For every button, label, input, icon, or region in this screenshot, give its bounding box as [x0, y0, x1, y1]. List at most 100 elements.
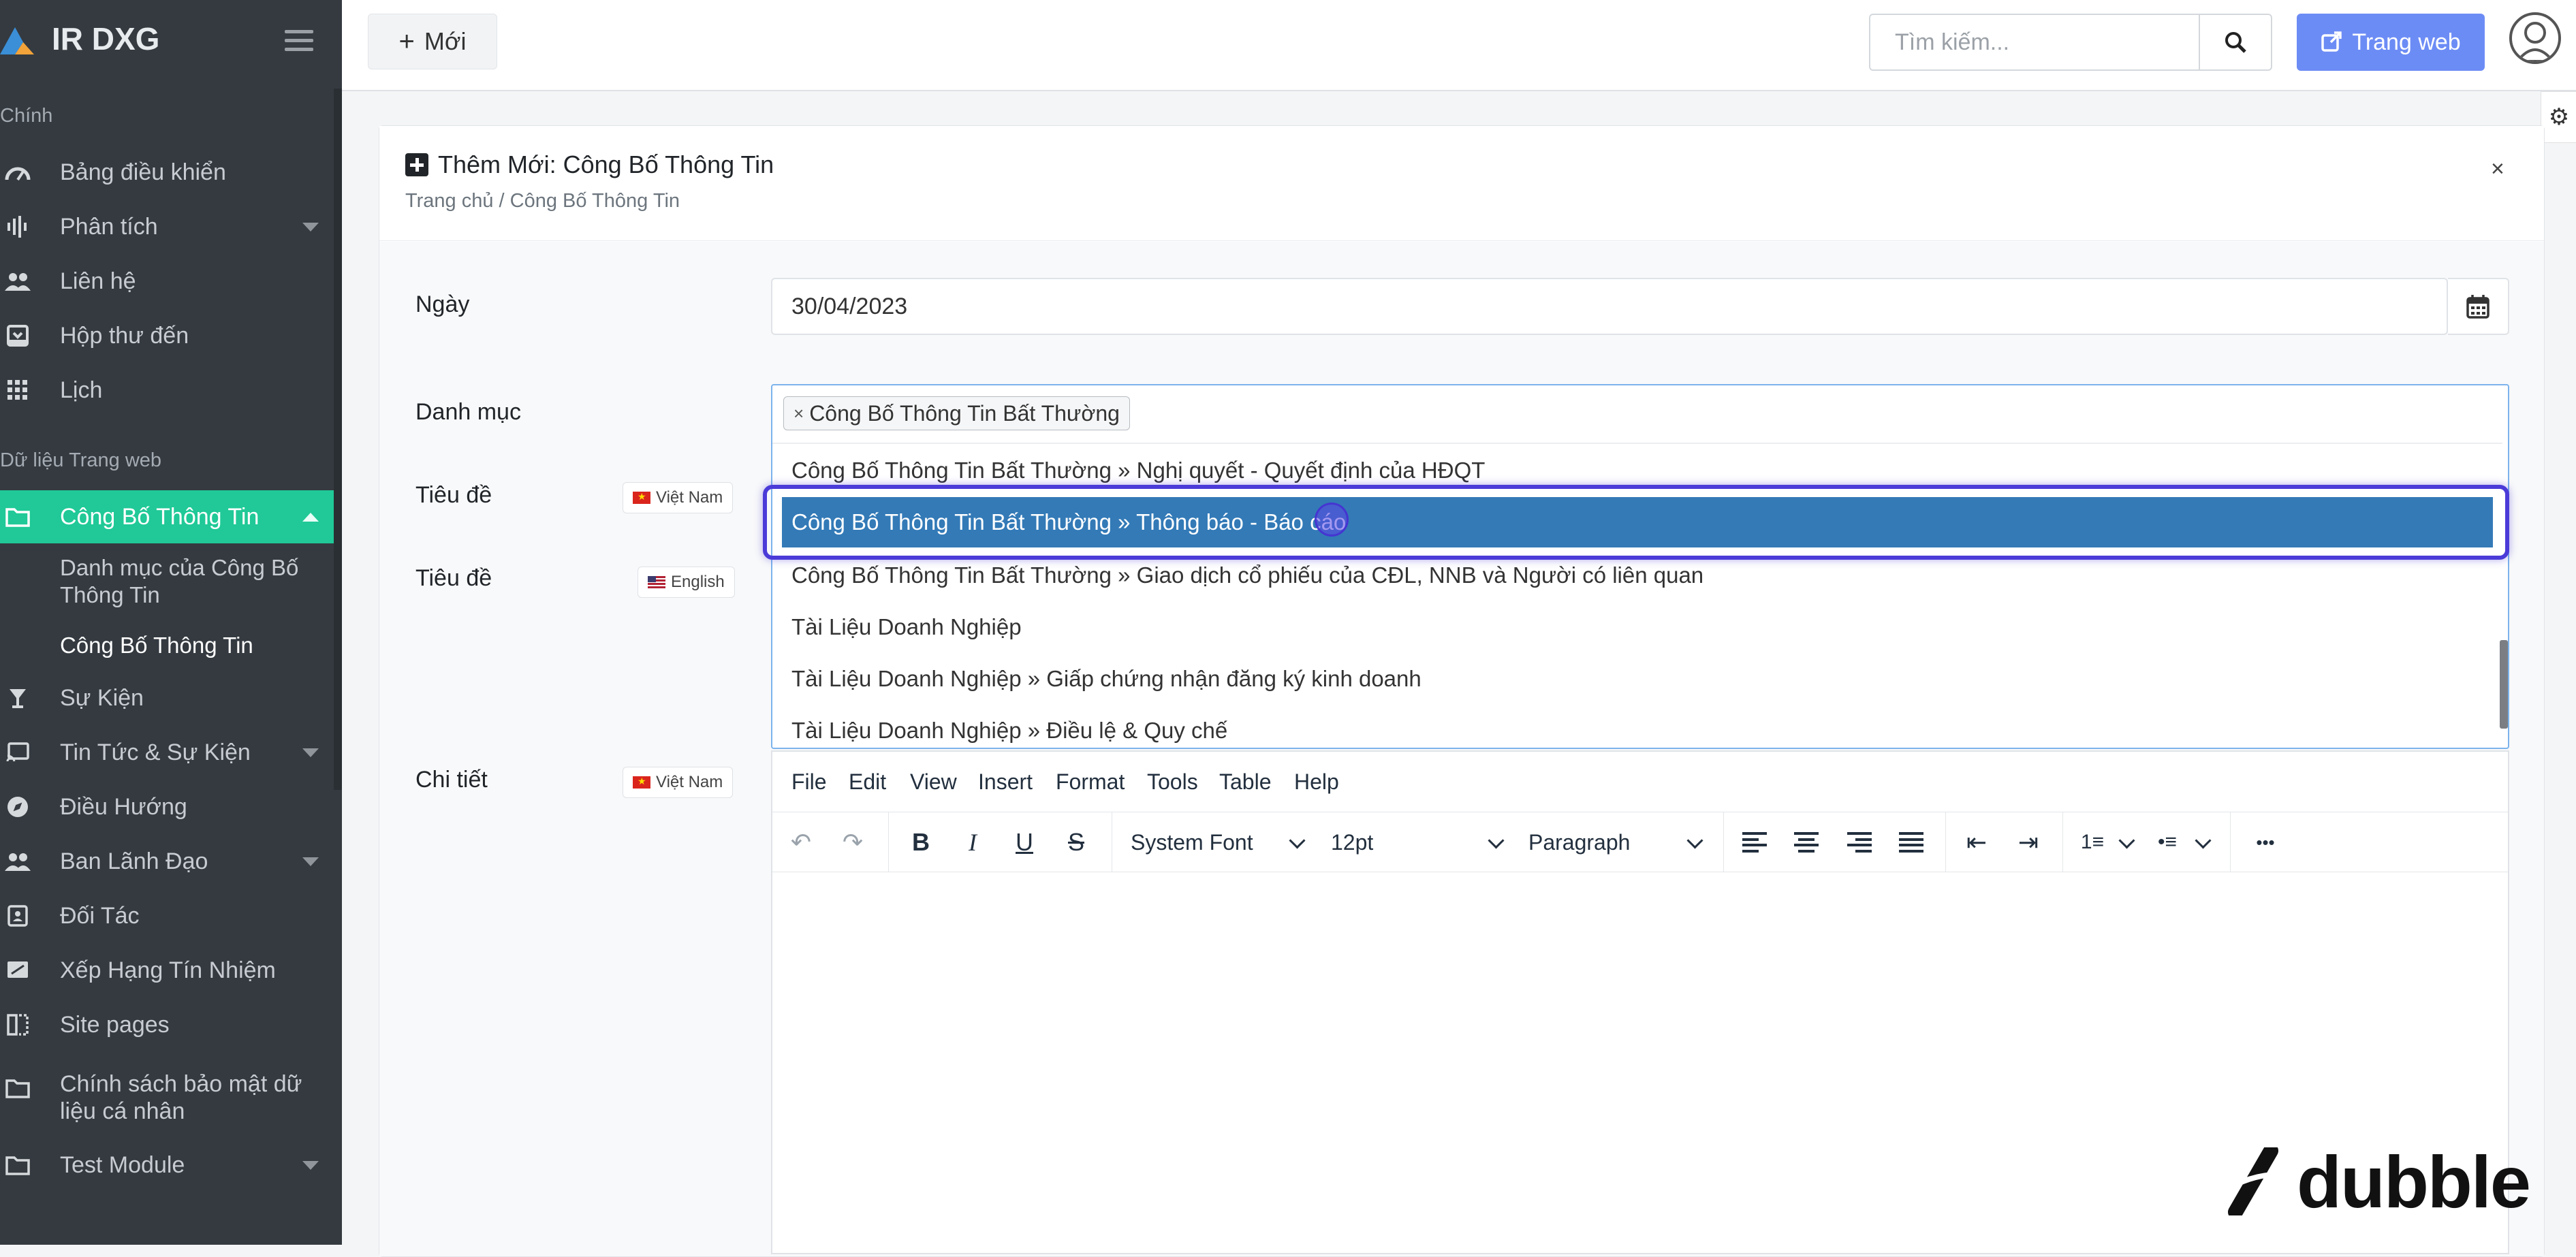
chevron-down-icon	[1488, 832, 1505, 849]
date-picker-button[interactable]	[2448, 278, 2509, 335]
sidebar-item-label: Xếp Hạng Tín Nhiệm	[60, 957, 276, 983]
numbered-list-icon[interactable]: 1≡	[2077, 825, 2107, 859]
sidebar-item-label: Hộp thư đến	[60, 322, 189, 349]
nav-section-website-data: Dữ liệu Trang web	[0, 449, 162, 471]
people-icon	[4, 848, 31, 875]
date-input[interactable]: 30/04/2023	[771, 278, 2448, 335]
sidebar-item-partners[interactable]: Đối Tác	[0, 889, 334, 942]
dropdown-scrollbar[interactable]	[2500, 640, 2508, 729]
sidebar-item-navigation[interactable]: Điều Hướng	[0, 780, 334, 833]
more-options-icon[interactable]: •••	[2245, 825, 2286, 859]
analytics-icon	[4, 213, 31, 240]
bold-icon[interactable]: B	[906, 825, 936, 859]
calendar-grid-icon	[4, 377, 31, 404]
sidebar-subitem-disclosure-categories[interactable]: Danh mục của Công Bố Thông Tin	[60, 554, 319, 609]
chevron-down-icon	[2118, 832, 2135, 849]
sidebar-item-label: Test Module	[60, 1151, 185, 1178]
website-button[interactable]: Trang web	[2297, 14, 2485, 71]
language-badge-vn: Việt Nam	[623, 482, 734, 513]
settings-gear-icon[interactable]: ⚙	[2541, 91, 2576, 143]
menu-help[interactable]: Help	[1294, 769, 1339, 795]
sidebar-scrollbar[interactable]	[334, 89, 342, 790]
brand[interactable]: IR DXG	[0, 0, 342, 82]
category-option[interactable]: Tài Liệu Doanh Nghiệp	[782, 602, 2493, 652]
sidebar-item-inbox[interactable]: Hộp thư đến	[0, 309, 334, 362]
sidebar-item-label: Phân tích	[60, 213, 158, 240]
folder-icon	[4, 1151, 31, 1179]
sidebar-item-privacy-policy[interactable]: Chính sách bảo mật dữ liệu cá nhân	[0, 1070, 334, 1132]
outdent-icon[interactable]: ⇤	[1962, 825, 1992, 859]
nav-section-main: Chính	[0, 105, 53, 127]
menu-toggle-icon[interactable]	[285, 30, 313, 52]
menu-table[interactable]: Table	[1219, 769, 1272, 795]
brand-name: IR DXG	[52, 21, 160, 57]
sidebar-item-site-pages[interactable]: Site pages	[0, 998, 334, 1051]
plus-icon: +	[398, 26, 415, 57]
new-button-label: Mới	[424, 27, 467, 55]
search-input[interactable]: Tìm kiếm...	[1869, 14, 2199, 71]
date-label: Ngày	[415, 291, 470, 317]
sidebar-item-label: Đối Tác	[60, 902, 140, 929]
sidebar-item-credit-rating[interactable]: Xếp Hạng Tín Nhiệm	[0, 944, 334, 997]
menu-view[interactable]: View	[910, 769, 957, 795]
menu-format[interactable]: Format	[1056, 769, 1125, 795]
menu-edit[interactable]: Edit	[849, 769, 886, 795]
selected-category-label: Công Bố Thông Tin Bất Thường	[809, 400, 1120, 426]
align-right-icon[interactable]	[1844, 825, 1874, 859]
avatar[interactable]	[2509, 12, 2561, 64]
chevron-down-icon	[302, 1160, 319, 1170]
bullet-list-icon[interactable]: •≡	[2152, 825, 2182, 859]
language-name: Việt Nam	[656, 488, 723, 507]
breadcrumb[interactable]: Trang chủ / Công Bố Thông Tin	[405, 190, 680, 212]
selected-category-tag[interactable]: × Công Bố Thông Tin Bất Thường	[783, 396, 1130, 430]
compass-icon	[4, 793, 31, 821]
undo-icon[interactable]: ↶	[786, 825, 816, 859]
sidebar-item-dashboard[interactable]: Bảng điều khiển	[0, 146, 334, 199]
remove-tag-icon[interactable]: ×	[794, 403, 804, 424]
strikethrough-icon[interactable]: S	[1061, 825, 1091, 859]
indent-icon[interactable]: ⇥	[2013, 825, 2043, 859]
sidebar-subitem-disclosure[interactable]: Công Bố Thông Tin	[60, 632, 319, 659]
sidebar-item-analytics[interactable]: Phân tích	[0, 200, 334, 253]
sidebar: IR DXG Chính Bảng điều khiển Phân tích L…	[0, 0, 342, 1245]
menu-insert[interactable]: Insert	[978, 769, 1033, 795]
sidebar-item-calendar[interactable]: Lịch	[0, 364, 334, 417]
category-label: Danh mục	[415, 399, 521, 425]
font-size-select[interactable]: 12pt	[1331, 825, 1373, 859]
sidebar-item-label: Sự Kiện	[60, 684, 144, 711]
sidebar-item-test-module[interactable]: Test Module	[0, 1139, 334, 1192]
menu-file[interactable]: File	[791, 769, 827, 795]
title-en-label: Tiêu đề	[415, 565, 492, 591]
category-option[interactable]: Tài Liệu Doanh Nghiệp » Giấp chứng nhận …	[782, 654, 2493, 704]
align-justify-icon[interactable]	[1896, 825, 1926, 859]
card-header: Thêm Mới: Công Bố Thông Tin Trang chủ / …	[379, 126, 2544, 241]
sidebar-item-label: Site pages	[60, 1011, 170, 1038]
font-family-select[interactable]: System Font	[1131, 825, 1253, 859]
align-left-icon[interactable]	[1740, 825, 1770, 859]
folder-icon	[4, 1075, 31, 1102]
align-center-icon[interactable]	[1791, 825, 1821, 859]
category-option[interactable]: Tài Liệu Doanh Nghiệp » Điều lệ & Quy ch…	[782, 705, 2493, 756]
brand-logo-icon	[0, 27, 34, 54]
redo-icon[interactable]: ↷	[838, 825, 868, 859]
block-format-select[interactable]: Paragraph	[1528, 825, 1630, 859]
external-link-icon	[2321, 31, 2342, 52]
sidebar-item-contacts[interactable]: Liên hệ	[0, 255, 334, 308]
sidebar-item-label: Ban Lãnh Đạo	[60, 848, 208, 874]
italic-icon[interactable]: I	[958, 825, 988, 859]
sidebar-item-disclosure[interactable]: Công Bố Thông Tin	[0, 490, 334, 543]
detail-label: Chi tiết	[415, 767, 488, 793]
sidebar-item-leadership[interactable]: Ban Lãnh Đạo	[0, 835, 334, 888]
pages-icon	[4, 1011, 31, 1038]
sidebar-item-news-events[interactable]: Tin Tức & Sự Kiện	[0, 726, 334, 779]
close-icon[interactable]: ×	[2491, 156, 2504, 182]
editor-toolbar: ↶ ↷ B I U S System Font 12pt Paragraph ⇤…	[772, 812, 2508, 872]
language-name: Việt Nam	[656, 773, 723, 791]
menu-tools[interactable]: Tools	[1147, 769, 1198, 795]
category-select[interactable]: × Công Bố Thông Tin Bất Thường Công Bố T…	[771, 384, 2509, 749]
search-button[interactable]	[2199, 14, 2272, 71]
new-button[interactable]: + Mới	[368, 14, 497, 69]
sidebar-item-label: Bảng điều khiển	[60, 159, 226, 185]
sidebar-item-events[interactable]: Sự Kiện	[0, 671, 334, 725]
underline-icon[interactable]: U	[1009, 825, 1039, 859]
